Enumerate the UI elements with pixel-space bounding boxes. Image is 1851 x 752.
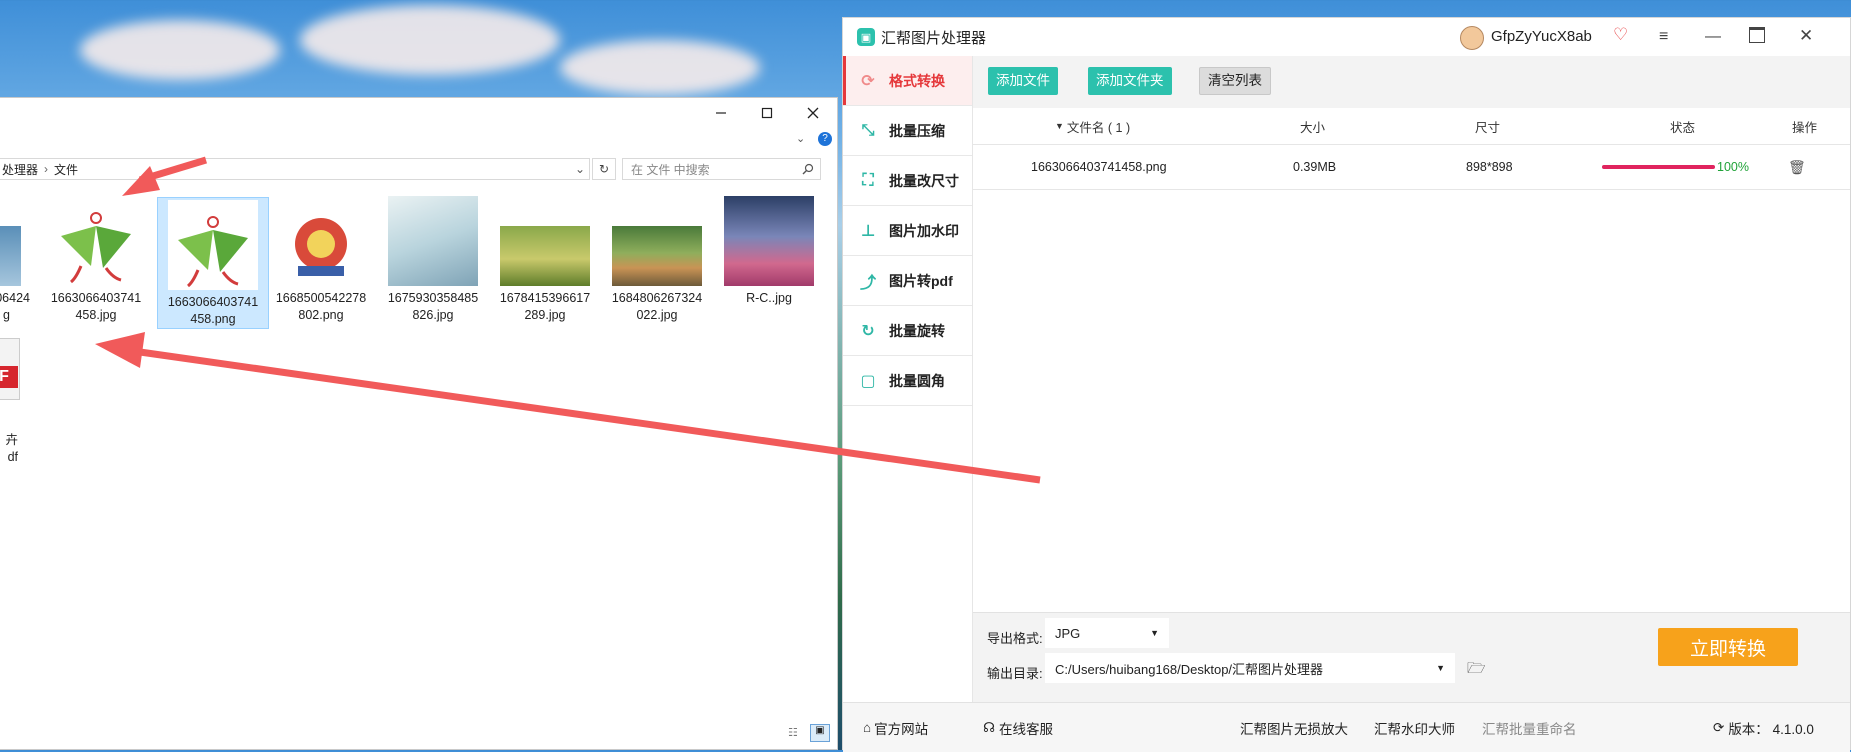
annotation-arrow-head <box>95 332 145 368</box>
annotation-arrow <box>139 348 1041 484</box>
annotation-arrows <box>95 156 1041 484</box>
annotation-arrow-head <box>122 166 160 196</box>
